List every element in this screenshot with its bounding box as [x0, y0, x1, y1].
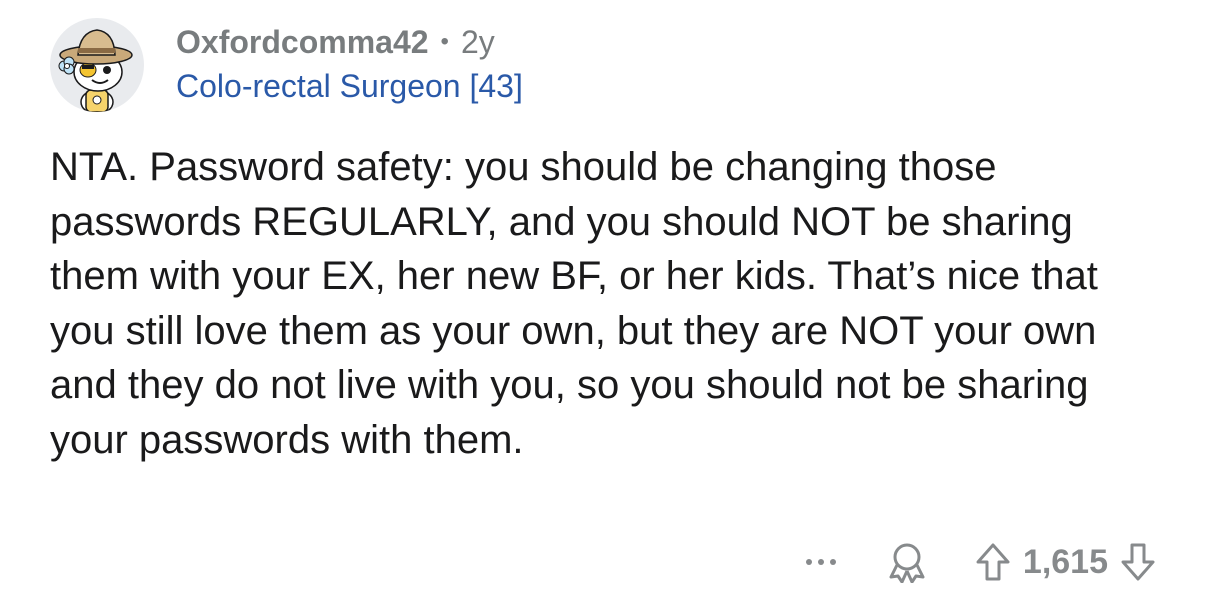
comment-body: NTA. Password safety: you should be chan… — [50, 145, 1098, 462]
more-dot — [805, 559, 812, 565]
separator-dot: • — [440, 28, 449, 55]
comment-meta: Oxfordcomma42 • 2y Colo-rectal Surgeon [… — [176, 22, 523, 106]
downvote-arrow-icon — [1121, 543, 1155, 581]
vote-controls: 1,615 — [973, 540, 1158, 584]
upvote-button[interactable] — [973, 540, 1013, 584]
comment-actions: 1,615 — [801, 538, 1158, 586]
comment: Oxfordcomma42 • 2y Colo-rectal Surgeon [… — [0, 0, 1206, 606]
downvote-button[interactable] — [1118, 540, 1158, 584]
more-options-button[interactable] — [801, 542, 841, 582]
upvote-arrow-icon — [976, 543, 1010, 581]
username-link[interactable]: Oxfordcomma42 — [176, 22, 429, 62]
more-dot — [817, 559, 824, 565]
comment-age: 2y — [460, 24, 495, 60]
award-button[interactable] — [885, 540, 929, 584]
snoo-avatar-icon — [58, 29, 133, 112]
author-line: Oxfordcomma42 • 2y — [176, 22, 523, 62]
award-icon — [889, 543, 925, 583]
more-dot — [829, 559, 836, 565]
user-avatar[interactable] — [50, 18, 144, 112]
vote-score: 1,615 — [1022, 543, 1108, 581]
user-flair: Colo-rectal Surgeon [43] — [176, 68, 523, 104]
